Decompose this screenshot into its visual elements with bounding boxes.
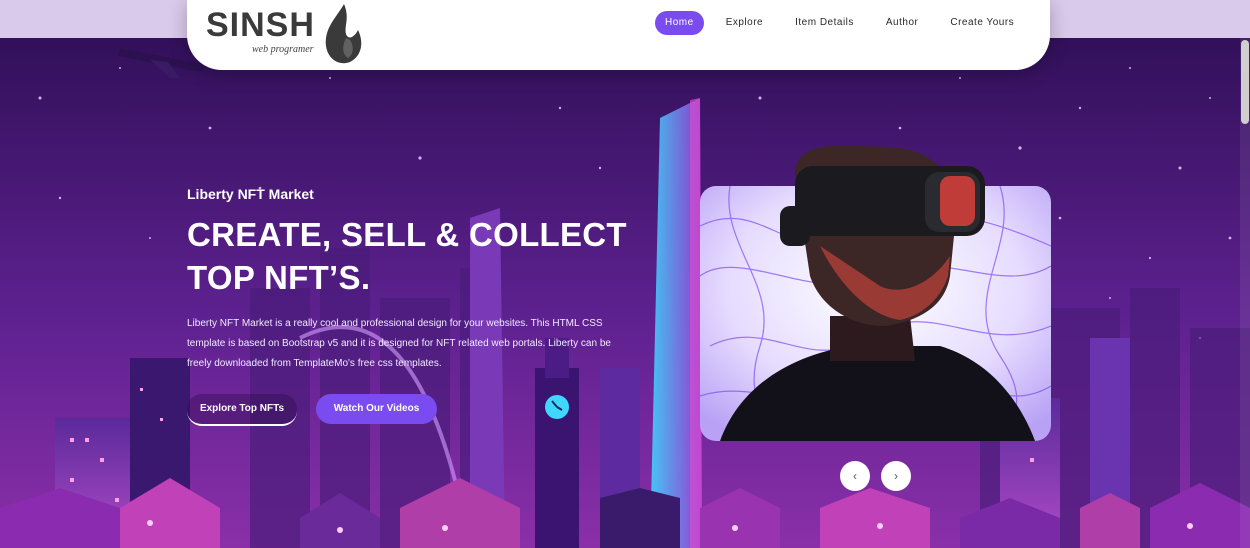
brand-logo[interactable]: SINSH web programer xyxy=(206,4,366,64)
watch-our-videos-button[interactable]: Watch Our Videos xyxy=(316,394,437,424)
nav-item-explore[interactable]: Explore xyxy=(716,11,773,35)
nav-item-author[interactable]: Author xyxy=(876,11,928,35)
nav-item-item-details[interactable]: Item Details xyxy=(785,11,864,35)
explore-top-nfts-button[interactable]: Explore Top NFTs xyxy=(187,394,297,426)
main-nav: Home Explore Item Details Author Create … xyxy=(655,11,1036,35)
flame-icon xyxy=(325,4,362,64)
hero-vr-man-image xyxy=(700,145,1051,441)
site-header: SINSH web programer Home Explore Item De… xyxy=(187,0,1050,70)
nav-item-home[interactable]: Home xyxy=(655,11,704,35)
carousel-prev-button[interactable]: ‹ xyxy=(840,461,870,491)
hero-headline-line1: CREATE, SELL & COLLECT xyxy=(187,216,627,253)
brand-tagline: web programer xyxy=(252,44,314,55)
hero-headline-line2: TOP NFT’S. xyxy=(187,259,371,296)
carousel-next-button[interactable]: › xyxy=(881,461,911,491)
nav-item-create-yours[interactable]: Create Yours xyxy=(940,11,1024,35)
hero-description: Liberty NFT Market is a really cool and … xyxy=(187,318,611,369)
brand-name: SINSH xyxy=(206,6,315,44)
scrollbar-thumb[interactable] xyxy=(1241,40,1249,124)
hero-headline: CREATE, SELL & COLLECT TOP NFT’S. xyxy=(187,213,627,299)
hero-subtitle: Liberty NFT Market xyxy=(187,186,314,202)
